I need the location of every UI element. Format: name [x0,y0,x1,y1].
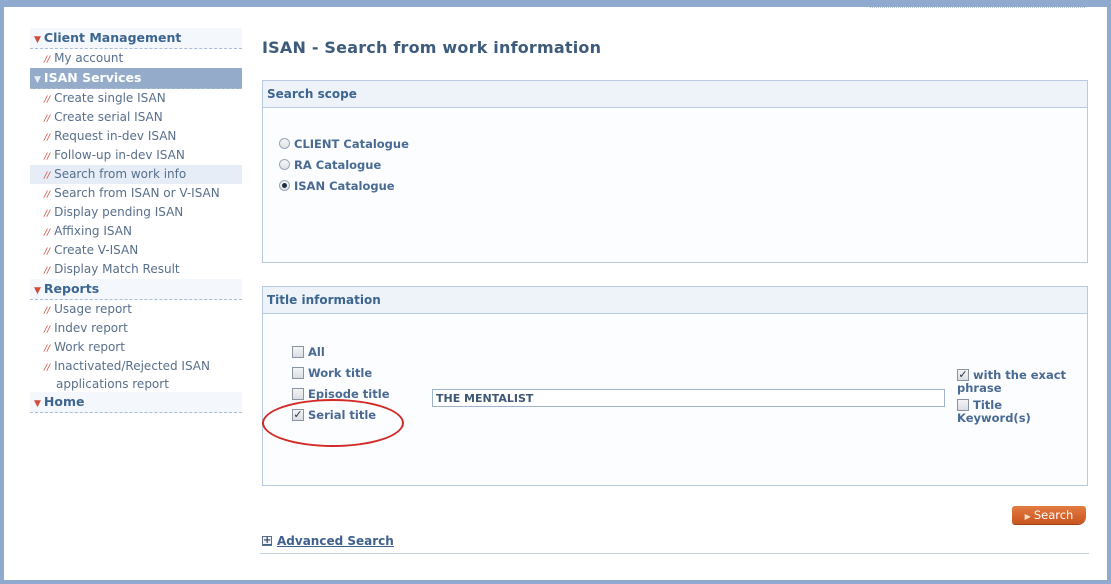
sidebar-item-label: Inactivated/Rejected ISAN [54,359,210,373]
sidebar-item-create-serial-isan[interactable]: //Create serial ISAN [30,108,242,127]
sidebar-item-label: Display pending ISAN [54,205,184,219]
checkbox[interactable] [292,366,304,379]
sidebar-item-search-from-isan[interactable]: //Search from ISAN or V-ISAN [30,184,242,203]
bullet-icon: // [44,344,51,354]
advanced-search-link[interactable]: + Advanced Search [262,534,394,548]
collapse-triangle-icon: ▼ [34,75,41,85]
radio-isan-catalogue[interactable]: ISAN Catalogue [279,175,1087,196]
match-options: with the exact phrase Title Keyword(s) [957,368,1087,425]
collapse-triangle-icon: ▼ [34,286,41,296]
page-title: ISAN - Search from work information [262,38,602,57]
checkbox-all[interactable]: All [292,341,1087,362]
sidebar-section-home[interactable]: ▼ Home [30,392,242,413]
sidebar-item-create-v-isan[interactable]: //Create V-ISAN [30,241,242,260]
checkbox-title-keywords[interactable]: Title [957,398,1087,412]
radio-ra-catalogue[interactable]: RA Catalogue [279,154,1087,175]
sidebar-item-display-match-result[interactable]: //Display Match Result [30,260,242,279]
sidebar-item-label-continued: applications report [56,377,169,391]
bullet-icon: // [44,171,51,181]
search-scope-heading: Search scope [263,81,1087,108]
sidebar-item-label: Follow-up in-dev ISAN [54,148,185,162]
sidebar-section-isan-services[interactable]: ▼ ISAN Services [30,68,242,89]
sidebar-item-label: Search from work info [54,167,187,181]
section-label: Home [43,394,85,409]
bullet-icon: // [44,363,51,373]
section-label: Reports [43,281,100,296]
radio-button-selected[interactable] [279,180,290,191]
annotation-circle [262,399,404,447]
radio-label: ISAN Catalogue [294,178,395,193]
radio-button[interactable] [279,138,290,149]
sidebar-item-work-report[interactable]: //Work report [30,338,242,357]
sidebar-item-inactivated-rejected-report[interactable]: //Inactivated/Rejected ISAN applications… [30,357,242,392]
section-label: Client Management [43,30,182,45]
sidebar-item-label: Create V-ISAN [54,243,139,257]
bullet-icon: // [44,95,51,105]
sidebar-item-label: Affixing ISAN [54,224,132,238]
sidebar-item-label: Create serial ISAN [54,110,163,124]
checkbox[interactable] [957,399,969,411]
title-information-heading: Title information [263,287,1087,314]
sidebar-item-usage-report[interactable]: //Usage report [30,300,242,319]
sidebar-item-request-in-dev-isan[interactable]: //Request in-dev ISAN [30,127,242,146]
bullet-icon: // [44,55,51,65]
sidebar-item-label: Usage report [54,302,132,316]
sidebar-item-create-single-isan[interactable]: //Create single ISAN [30,89,242,108]
bullet-icon: // [44,152,51,162]
title-search-input[interactable] [432,389,945,407]
sidebar-item-label: Display Match Result [54,262,180,276]
bullet-icon: // [44,325,51,335]
expand-plus-icon: + [262,535,272,546]
bullet-icon: // [44,228,51,238]
advanced-search-label: Advanced Search [277,534,394,548]
section-label: ISAN Services [43,70,142,85]
top-divider [870,7,1085,12]
search-button[interactable]: ▶ Search [1012,506,1086,524]
checkbox-label: with the exact [973,368,1067,382]
bullet-icon: // [44,190,51,200]
sidebar-item-label: Search from ISAN or V-ISAN [54,186,220,200]
sidebar: ▼ Client Management //My account ▼ ISAN Se… [30,28,242,413]
bullet-icon: // [44,247,51,257]
sidebar-item-indev-report[interactable]: //Indev report [30,319,242,338]
search-scope-panel: Search scope CLIENT Catalogue RA Catalog… [262,80,1088,263]
sidebar-item-label: Indev report [54,321,128,335]
bottom-divider [260,553,1089,554]
radio-label: RA Catalogue [294,157,382,172]
checkbox-label-continued: Keyword(s) [957,411,1031,425]
sidebar-item-follow-up-in-dev-isan[interactable]: //Follow-up in-dev ISAN [30,146,242,165]
collapse-triangle-icon: ▼ [34,35,41,45]
sidebar-item-label: Create single ISAN [54,91,166,105]
sidebar-item-search-from-work-info[interactable]: //Search from work info [30,165,242,184]
bullet-icon: // [44,133,51,143]
play-arrow-icon: ▶ [1024,512,1031,521]
checkbox-label-continued: phrase [957,381,1002,395]
checkbox-checked[interactable] [957,369,969,381]
sidebar-item-affixing-isan[interactable]: //Affixing ISAN [30,222,242,241]
sidebar-item-label: My account [54,51,124,65]
sidebar-item-label: Request in-dev ISAN [54,129,177,143]
bullet-icon: // [44,114,51,124]
radio-button[interactable] [279,159,290,170]
collapse-triangle-icon: ▼ [34,399,41,409]
sidebar-section-client-management[interactable]: ▼ Client Management [30,28,242,49]
bullet-icon: // [44,306,51,316]
radio-label: CLIENT Catalogue [294,136,409,151]
sidebar-section-reports[interactable]: ▼ Reports [30,279,242,300]
sidebar-item-display-pending-isan[interactable]: //Display pending ISAN [30,203,242,222]
sidebar-item-label: Work report [54,340,125,354]
radio-client-catalogue[interactable]: CLIENT Catalogue [279,133,1087,154]
checkbox-label: All [308,344,325,359]
checkbox-label: Work title [308,365,373,380]
checkbox-exact-phrase[interactable]: with the exact [957,368,1087,382]
checkbox[interactable] [292,345,304,358]
bullet-icon: // [44,209,51,219]
bullet-icon: // [44,266,51,276]
sidebar-item-my-account[interactable]: //My account [30,49,242,68]
search-button-label: Search [1033,508,1074,522]
checkbox-label: Title [973,398,1003,412]
checkbox[interactable] [292,387,304,400]
